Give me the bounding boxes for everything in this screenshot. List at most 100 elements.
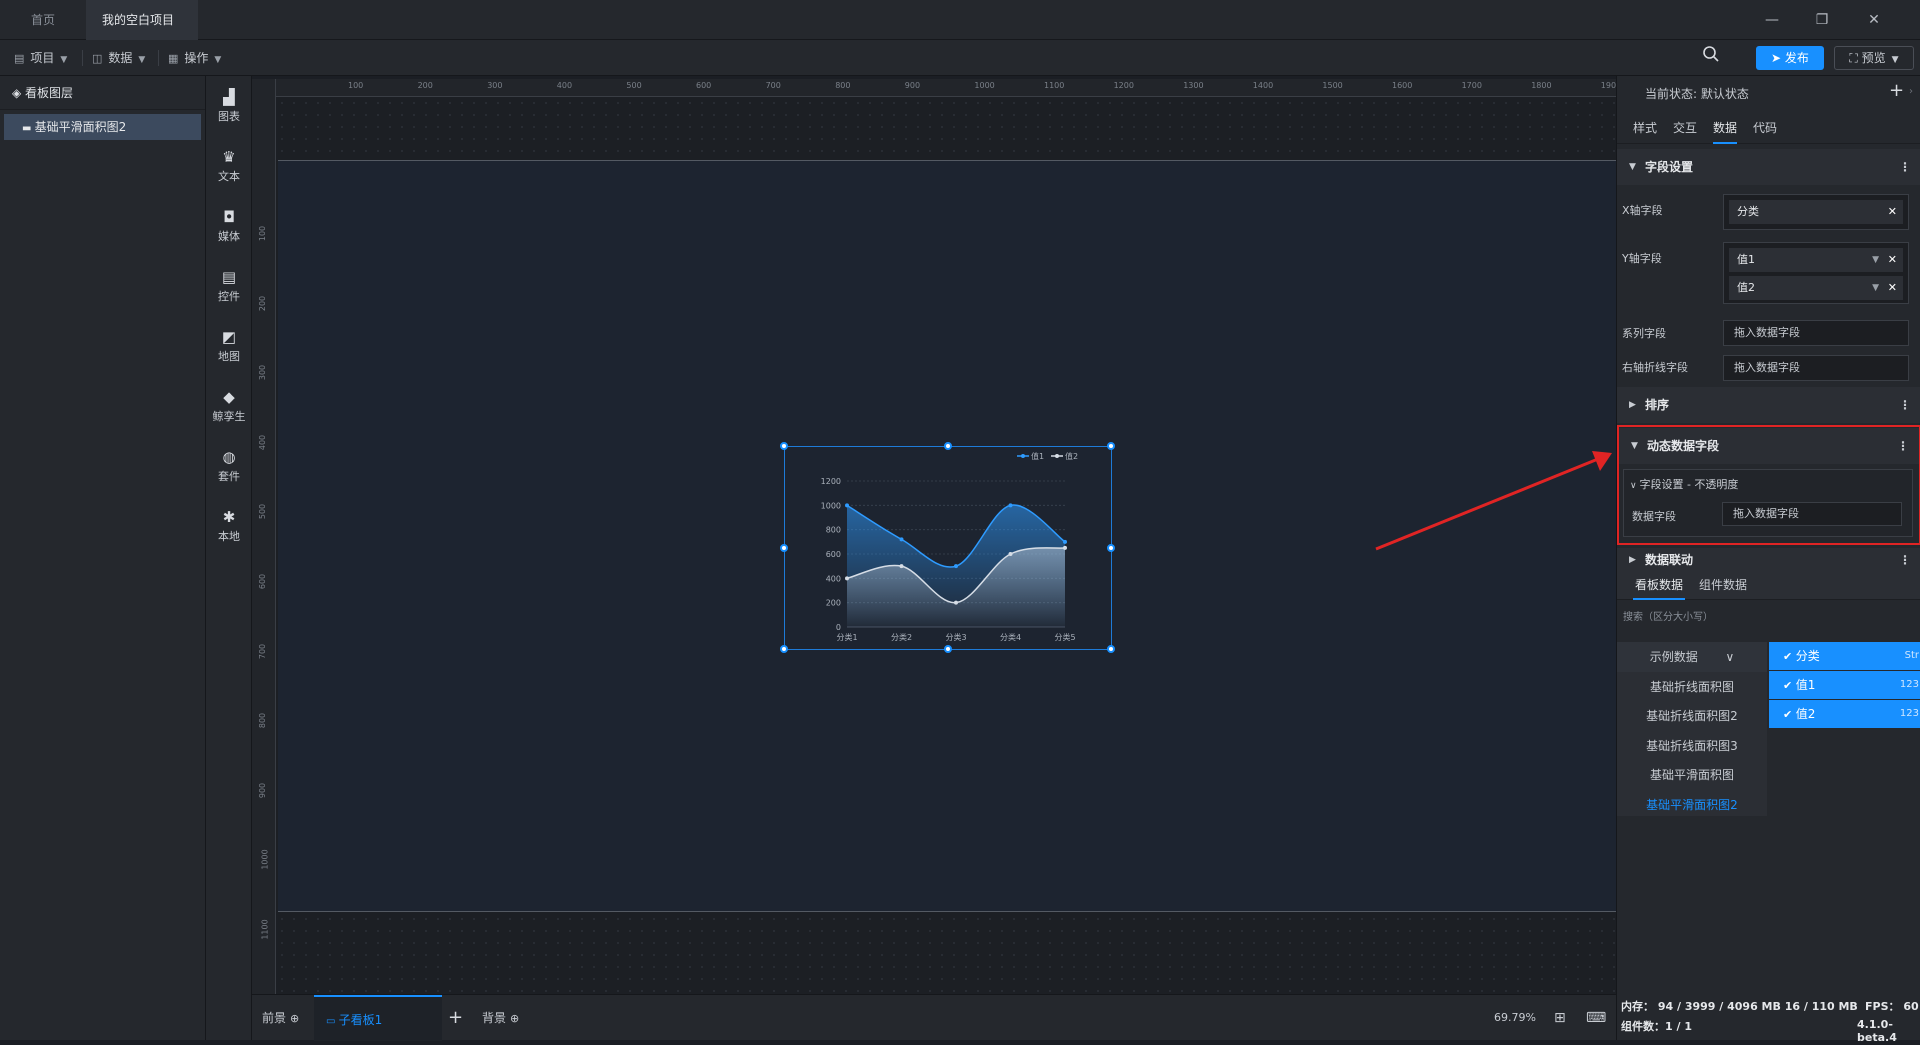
chip-label: 分类 bbox=[1737, 205, 1759, 218]
tab-subboard[interactable]: ▭ 子看板1 bbox=[314, 995, 442, 1041]
menu-operate[interactable]: ▦ 操作 ▼ bbox=[168, 40, 221, 76]
y-tick-label: 1000 bbox=[821, 501, 841, 510]
add-state-button[interactable]: + bbox=[1889, 80, 1904, 101]
data-source-item[interactable]: 基础平滑面积图2 bbox=[1617, 790, 1767, 820]
search-icon[interactable] bbox=[1702, 40, 1720, 76]
minimize-button[interactable]: — bbox=[1760, 8, 1784, 32]
resize-handle[interactable] bbox=[944, 442, 952, 450]
chevron-down-icon[interactable]: ▼ bbox=[1872, 248, 1879, 272]
right-axis-field-dropzone[interactable]: 拖入数据字段 bbox=[1723, 355, 1909, 381]
resize-handle[interactable] bbox=[1107, 645, 1115, 653]
component-local[interactable]: ✱ 本地 bbox=[206, 508, 252, 544]
layer-item[interactable]: ▬ 基础平滑面积图2 bbox=[4, 114, 201, 140]
component-kit[interactable]: ◍ 套件 bbox=[206, 448, 252, 484]
database-icon: ◫ bbox=[92, 52, 103, 65]
x-field-chip[interactable]: 分类 ✕ bbox=[1729, 200, 1903, 224]
section-sort[interactable]: ▶ 排序 ⋮ bbox=[1617, 387, 1920, 423]
component-count: 组件数：1 / 1 bbox=[1621, 1020, 1692, 1033]
y-axis-dropzone[interactable]: 值1 ▼ ✕ 值2 ▼ ✕ bbox=[1723, 242, 1909, 304]
panel-tabs: 样式 交互 数据 代码 bbox=[1617, 112, 1920, 144]
remove-icon[interactable]: ✕ bbox=[1888, 248, 1897, 272]
search-input[interactable]: 搜索（区分大小写） bbox=[1623, 606, 1915, 630]
chevron-right-icon[interactable]: › bbox=[1909, 86, 1913, 97]
more-icon[interactable]: ⋮ bbox=[1899, 149, 1911, 185]
tab-home[interactable]: 首页 bbox=[0, 0, 86, 40]
tab-data[interactable]: 数据 bbox=[1713, 112, 1738, 144]
x-axis-dropzone[interactable]: 分类 ✕ bbox=[1723, 194, 1909, 230]
dynamic-sub-title[interactable]: ∨ 字段设置 - 不透明度 bbox=[1630, 476, 1738, 492]
component-control[interactable]: ▤ 控件 bbox=[206, 268, 252, 304]
tab-code[interactable]: 代码 bbox=[1753, 112, 1777, 144]
resize-handle[interactable] bbox=[944, 645, 952, 653]
chart-layer-icon: ▬ bbox=[22, 123, 35, 134]
restore-button[interactable]: ❐ bbox=[1810, 8, 1834, 32]
section-dynamic-field[interactable]: ▼ 动态数据字段 ⋮ bbox=[1619, 428, 1919, 464]
tab-component-data[interactable]: 组件数据 bbox=[1699, 572, 1747, 600]
menu-project[interactable]: ▤ 项目 ▼ bbox=[14, 40, 67, 76]
ruler-tick-label: 100 bbox=[258, 225, 268, 242]
remove-icon[interactable]: ✕ bbox=[1888, 200, 1897, 224]
publish-button[interactable]: ➤ 发布 bbox=[1756, 46, 1824, 70]
resize-handle[interactable] bbox=[780, 645, 788, 653]
layers-title-label: 看板图层 bbox=[25, 86, 74, 100]
y-field-chip[interactable]: 值1 ▼ ✕ bbox=[1729, 248, 1903, 272]
data-source-label: 基础平滑面积图2 bbox=[1646, 798, 1738, 812]
area-chart: 0 200 400 600 800 1000 1200 分类1 分类2 分类3 分类4 分类5 值1 值2 bbox=[821, 451, 1078, 642]
field-row[interactable]: ✔ 值2 123 bbox=[1769, 700, 1920, 728]
more-icon[interactable]: ⋮ bbox=[1899, 387, 1911, 423]
resize-handle[interactable] bbox=[780, 544, 788, 552]
field-row[interactable]: ✔ 分类 Str bbox=[1769, 642, 1920, 670]
component-chart[interactable]: ▟ 图表 bbox=[206, 88, 252, 124]
ruler-tick-label: 300 bbox=[258, 365, 268, 381]
add-circle-icon[interactable]: ⊕ bbox=[510, 1012, 519, 1025]
section-title: 字段设置 bbox=[1645, 160, 1694, 174]
component-media[interactable]: ◘ 媒体 bbox=[206, 208, 252, 244]
section-linkage[interactable]: ▶ 数据联动 ⋮ bbox=[1617, 548, 1920, 572]
component-map[interactable]: ◩ 地图 bbox=[206, 328, 252, 364]
more-icon[interactable]: ⋮ bbox=[1897, 428, 1909, 464]
media-icon: ◘ bbox=[223, 208, 235, 226]
field-row[interactable]: ✔ 值1 123 bbox=[1769, 671, 1920, 699]
component-text[interactable]: ♛ 文本 bbox=[206, 148, 252, 184]
y-field-chip[interactable]: 值2 ▼ ✕ bbox=[1729, 276, 1903, 300]
check-icon: ✔ bbox=[1783, 650, 1796, 663]
grid-icon: ▦ bbox=[168, 52, 179, 65]
add-subboard-button[interactable]: + bbox=[448, 995, 463, 1041]
resize-handle[interactable] bbox=[1107, 442, 1115, 450]
field-type: 123 bbox=[1899, 708, 1919, 719]
remove-icon[interactable]: ✕ bbox=[1888, 276, 1897, 300]
zoom-level[interactable]: 69.79% bbox=[1494, 995, 1536, 1041]
chevron-down-icon[interactable]: ▼ bbox=[1872, 276, 1879, 300]
tab-interaction[interactable]: 交互 bbox=[1673, 112, 1697, 144]
tab-foreground[interactable]: 前景 ⊕ bbox=[262, 995, 299, 1041]
data-source-item[interactable]: 基础平滑面积图 bbox=[1617, 760, 1767, 790]
add-circle-icon[interactable]: ⊕ bbox=[290, 1012, 299, 1025]
y-tick-label: 800 bbox=[826, 526, 841, 535]
ruler-tick-label: 1500 bbox=[1322, 81, 1343, 90]
tab-background-label: 背景 bbox=[482, 1011, 507, 1025]
y-axis-label: Y轴字段 bbox=[1622, 252, 1662, 265]
field-name: 值2 bbox=[1795, 707, 1816, 721]
text-icon: ♛ bbox=[222, 148, 236, 166]
fit-screen-icon[interactable]: ⊞ bbox=[1554, 995, 1566, 1041]
keyboard-icon[interactable]: ⌨ bbox=[1586, 995, 1606, 1041]
layers-title: ◈ 看板图层 bbox=[0, 76, 205, 110]
tab-project[interactable]: 我的空白项目 bbox=[86, 0, 198, 63]
field-list: ✔ 分类 Str ✔ 值1 123 ✔ 值2 123 bbox=[1617, 642, 1920, 738]
tab-background[interactable]: 背景 ⊕ bbox=[482, 995, 519, 1041]
section-field-settings[interactable]: ▼ 字段设置 ⋮ bbox=[1617, 149, 1920, 185]
resize-handle[interactable] bbox=[1107, 544, 1115, 552]
preview-button[interactable]: ⛶ 预览 ▼ bbox=[1834, 46, 1914, 70]
resize-handle[interactable] bbox=[780, 442, 788, 450]
component-twin[interactable]: ◆ 鲸孪生 bbox=[206, 388, 252, 424]
menu-data[interactable]: ◫ 数据 ▼ bbox=[92, 40, 145, 76]
tab-board-data[interactable]: 看板数据 bbox=[1633, 572, 1686, 600]
chart-widget[interactable]: 0 200 400 600 800 1000 1200 分类1 分类2 分类3 分类4 分类5 值1 值2 bbox=[780, 442, 1115, 653]
more-icon[interactable]: ⋮ bbox=[1899, 548, 1911, 572]
ruler-tick-label: 400 bbox=[556, 81, 573, 90]
series-field-dropzone[interactable]: 拖入数据字段 bbox=[1723, 320, 1909, 346]
y-tick-label: 400 bbox=[826, 574, 841, 583]
close-button[interactable]: ✕ bbox=[1862, 8, 1886, 32]
dynamic-field-dropzone[interactable]: 拖入数据字段 bbox=[1722, 502, 1902, 526]
tab-style[interactable]: 样式 bbox=[1633, 112, 1657, 144]
